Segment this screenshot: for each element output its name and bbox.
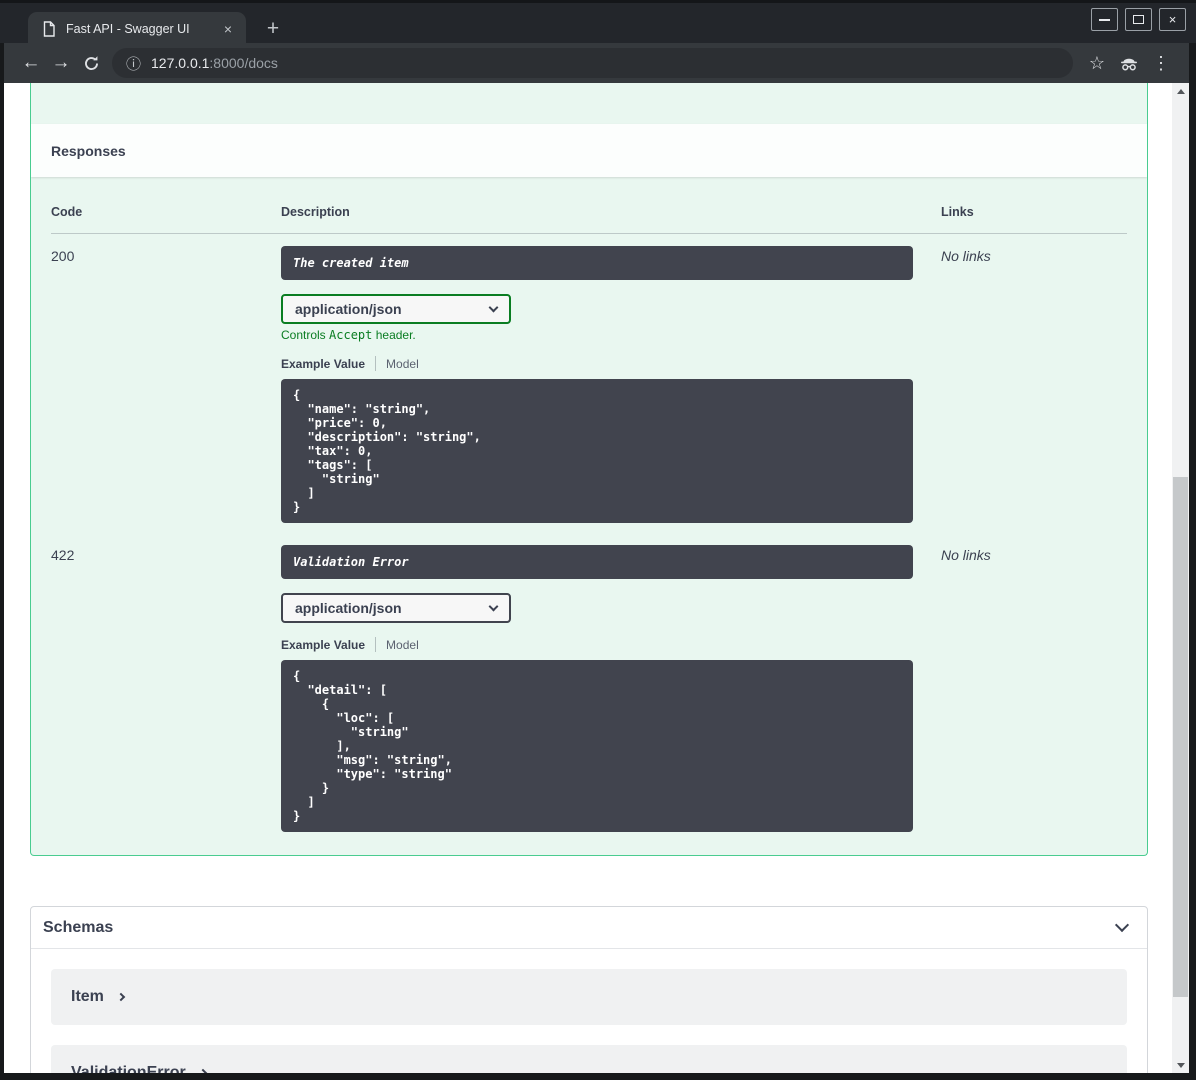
tab-model[interactable]: Model: [386, 357, 419, 371]
note-prefix: Controls: [281, 328, 330, 342]
media-type-value: application/json: [295, 301, 402, 317]
scrollbar-thumb[interactable]: [1173, 477, 1188, 997]
chevron-right-icon: [116, 992, 126, 1002]
schema-name: Item: [71, 988, 104, 1005]
new-tab-button[interactable]: +: [260, 16, 286, 42]
tab-example-value[interactable]: Example Value: [281, 638, 365, 652]
close-button[interactable]: ×: [1159, 8, 1186, 31]
schema-validationerror[interactable]: ValidationError: [51, 1045, 1127, 1073]
tab-separator: [375, 356, 377, 371]
response-links: No links: [941, 248, 991, 264]
chevron-right-icon: [198, 1068, 207, 1073]
vertical-scrollbar[interactable]: [1172, 83, 1189, 1073]
browser-toolbar: ← → ⓘ 127.0.0.1:8000/docs ☆ ⋮: [4, 43, 1189, 83]
response-row-200: 200 The created item application/json Co…: [51, 234, 1127, 523]
responses-panel: Responses Code Description Links 200 The…: [30, 83, 1148, 856]
bookmark-star-icon[interactable]: ☆: [1081, 53, 1113, 74]
accept-header-note: Controls Accept header.: [281, 328, 941, 342]
tab-title: Fast API - Swagger UI: [66, 22, 190, 36]
maximize-icon: [1133, 15, 1144, 24]
close-icon: ×: [1168, 12, 1177, 27]
reload-icon[interactable]: [76, 55, 106, 72]
scroll-up-arrow[interactable]: [1172, 84, 1189, 98]
schemas-list: Item ValidationError: [31, 949, 1147, 1073]
schemas-section: Schemas Item ValidationError: [30, 906, 1148, 1073]
note-accept: Accept: [329, 328, 373, 342]
panel-top-spacer: [31, 83, 1147, 124]
example-json-block: { "name": "string", "price": 0, "descrip…: [281, 379, 913, 523]
example-json-block: { "detail": [ { "loc": [ "string" ], "ms…: [281, 660, 913, 832]
responses-section-header: Responses: [31, 124, 1147, 177]
column-header-description: Description: [281, 205, 350, 219]
response-code: 200: [51, 248, 75, 264]
maximize-button[interactable]: [1125, 8, 1152, 31]
column-header-code: Code: [51, 205, 83, 219]
schemas-header[interactable]: Schemas: [31, 907, 1147, 949]
schemas-title: Schemas: [43, 918, 114, 936]
response-description-cell: Validation Error application/json Exampl…: [281, 545, 941, 832]
media-type-select[interactable]: application/json: [281, 593, 511, 623]
chevron-down-icon: [488, 302, 499, 312]
minimize-button[interactable]: [1091, 8, 1118, 31]
media-type-value: application/json: [295, 600, 402, 616]
schema-name: ValidationError: [71, 1064, 186, 1073]
media-type-select[interactable]: application/json: [281, 294, 511, 324]
tab-model[interactable]: Model: [386, 638, 419, 652]
window-controls: ×: [1091, 8, 1186, 31]
tab-example-value[interactable]: Example Value: [281, 357, 365, 371]
responses-table-head: Code Description Links: [51, 195, 1127, 234]
tab-close-icon[interactable]: ×: [220, 20, 236, 38]
address-bar[interactable]: ⓘ 127.0.0.1:8000/docs: [112, 48, 1073, 78]
tab-separator: [375, 637, 377, 652]
scroll-down-arrow[interactable]: [1172, 1058, 1189, 1072]
tab-strip: Fast API - Swagger UI × + ×: [0, 0, 1196, 46]
url-host: 127.0.0.1: [151, 55, 210, 71]
schema-item[interactable]: Item: [51, 969, 1127, 1025]
triangle-down-icon: [1176, 1062, 1185, 1068]
response-description-cell: The created item application/json Contro…: [281, 246, 941, 523]
example-model-tabs: Example Value Model: [281, 356, 941, 371]
responses-table: Code Description Links 200 The created i…: [31, 177, 1147, 832]
response-description: Validation Error: [281, 545, 913, 579]
triangle-up-icon: [1176, 88, 1185, 94]
response-links: No links: [941, 547, 991, 563]
minimize-icon: [1099, 18, 1110, 21]
column-header-links: Links: [941, 205, 974, 219]
page-info-icon[interactable]: ⓘ: [126, 53, 141, 74]
url-path: :8000/docs: [209, 55, 278, 71]
example-model-tabs: Example Value Model: [281, 637, 941, 652]
chevron-down-icon: [488, 601, 499, 611]
favicon-icon: [42, 21, 56, 37]
responses-title: Responses: [51, 142, 126, 159]
response-description: The created item: [281, 246, 913, 280]
chevron-down-icon[interactable]: [1114, 917, 1130, 933]
incognito-icon: [1113, 55, 1145, 72]
browser-tab[interactable]: Fast API - Swagger UI ×: [28, 12, 246, 46]
page-viewport: Responses Code Description Links 200 The…: [4, 83, 1189, 1073]
forward-icon[interactable]: →: [46, 52, 76, 74]
response-row-422: 422 Validation Error application/json Ex…: [51, 523, 1127, 832]
menu-icon[interactable]: ⋮: [1145, 53, 1177, 74]
note-suffix: header.: [372, 328, 416, 342]
response-code: 422: [51, 547, 75, 563]
back-icon[interactable]: ←: [16, 52, 46, 74]
